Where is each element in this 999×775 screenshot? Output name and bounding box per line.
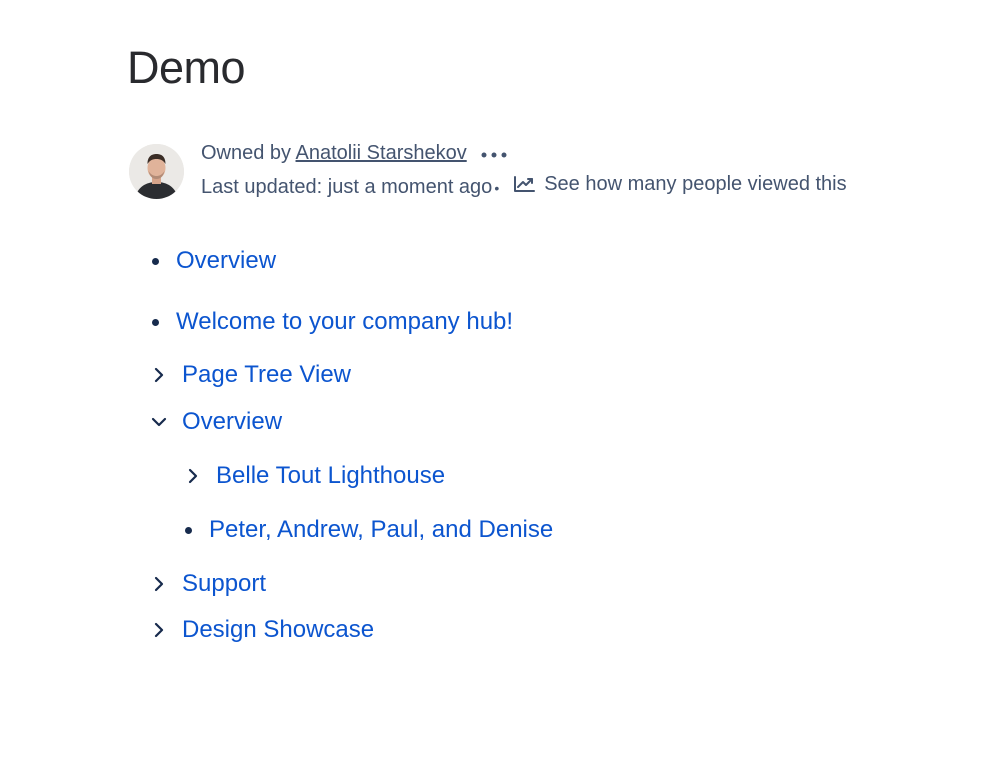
tree-item-design-showcase: Design Showcase xyxy=(149,614,374,646)
byline-updated-line: Last updated: just a moment ago • See how… xyxy=(201,173,847,199)
tree-item-support: Support xyxy=(149,568,266,600)
link-welcome-company-hub[interactable]: Welcome to your company hub! xyxy=(176,308,513,336)
tree-link[interactable]: Peter, Andrew, Paul, and Denise xyxy=(209,516,553,544)
avatar[interactable] xyxy=(129,144,184,199)
bullet-dot xyxy=(185,526,192,534)
bullet-dot xyxy=(152,318,159,326)
owner-link[interactable]: Anatolii Starshekov xyxy=(296,142,467,164)
separator-dot: • xyxy=(494,179,500,196)
tree-link[interactable]: Overview xyxy=(182,408,282,436)
tree-link[interactable]: Design Showcase xyxy=(182,616,374,644)
chevron-down-icon[interactable] xyxy=(149,412,169,432)
page-title: Demo xyxy=(127,42,246,93)
byline-owner-line: Owned by Anatolii Starshekov xyxy=(201,142,508,165)
link-overview[interactable]: Overview xyxy=(176,247,276,275)
list-item: Welcome to your company hub! xyxy=(152,306,513,338)
tree-link[interactable]: Page Tree View xyxy=(182,361,351,389)
chevron-right-icon[interactable] xyxy=(149,365,169,385)
owned-by-prefix: Owned by xyxy=(201,142,296,164)
last-updated-text: Last updated: just a moment ago xyxy=(201,176,493,198)
byline: Owned by Anatolii Starshekov Last update… xyxy=(129,142,929,200)
chevron-right-icon[interactable] xyxy=(149,620,169,640)
tree-item-overview: Overview xyxy=(149,406,282,438)
more-horizontal-icon[interactable] xyxy=(480,143,508,165)
tree-item-belle-tout-lighthouse: Belle Tout Lighthouse xyxy=(183,460,445,492)
analytics-button[interactable]: See how many people viewed this xyxy=(513,173,847,195)
chevron-right-icon[interactable] xyxy=(149,574,169,594)
list-item: Overview xyxy=(152,245,276,277)
line-chart-icon xyxy=(514,176,536,192)
tree-item-page-tree-view: Page Tree View xyxy=(149,359,351,391)
bullet-dot xyxy=(152,257,159,265)
chevron-right-icon[interactable] xyxy=(183,466,203,486)
tree-link[interactable]: Belle Tout Lighthouse xyxy=(216,462,445,490)
analytics-label: See how many people viewed this xyxy=(544,173,847,195)
tree-link[interactable]: Support xyxy=(182,570,266,598)
tree-item-peter-andrew-paul-denise: Peter, Andrew, Paul, and Denise xyxy=(185,514,553,546)
